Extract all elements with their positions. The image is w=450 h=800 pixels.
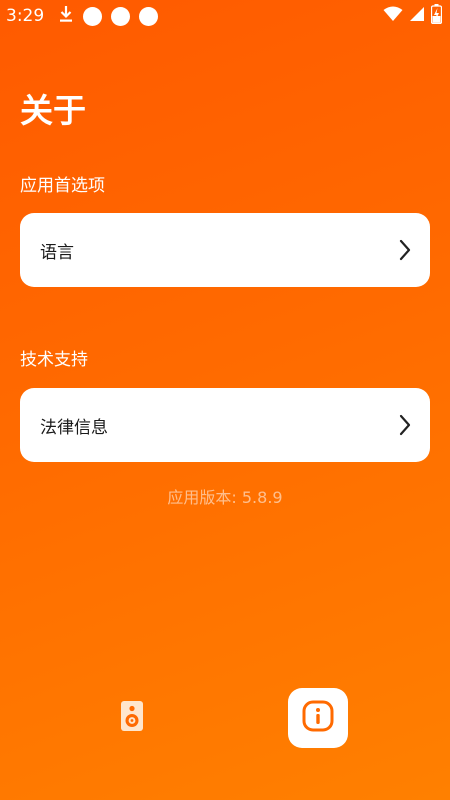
chevron-right-icon (398, 414, 412, 436)
nav-speaker-button[interactable] (112, 698, 152, 738)
dot-icon (111, 6, 131, 26)
speaker-icon (120, 700, 144, 736)
page-title: 关于 (20, 91, 86, 130)
legal-info-item[interactable]: 法律信息 (20, 388, 430, 462)
section-label-app-preferences: 应用首选项 (20, 176, 105, 196)
status-bar: 3:29 (0, 0, 450, 32)
section-label-tech-support: 技术支持 (20, 350, 88, 370)
legal-info-label: 法律信息 (40, 417, 108, 438)
wifi-icon (383, 6, 403, 26)
app-version: 应用版本: 5.8.9 (167, 488, 283, 507)
chevron-right-icon (398, 239, 412, 261)
status-time: 3:29 (6, 6, 45, 26)
dot-icon (139, 6, 159, 26)
status-notification-icons (58, 5, 159, 27)
language-item[interactable]: 语言 (20, 213, 430, 287)
info-icon (302, 700, 334, 736)
nav-about-button[interactable] (288, 688, 348, 748)
signal-icon (409, 6, 425, 26)
status-system-icons (383, 4, 443, 28)
dot-icon (83, 6, 103, 26)
download-icon (58, 5, 74, 27)
battery-charging-icon (430, 4, 443, 28)
language-label: 语言 (40, 242, 74, 263)
